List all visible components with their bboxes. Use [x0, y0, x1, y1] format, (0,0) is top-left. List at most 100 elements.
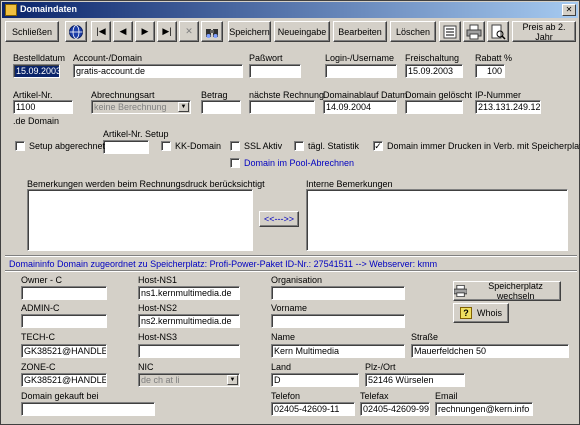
- freischaltung-label: Freischaltung: [405, 53, 460, 63]
- strasse-label: Straße: [411, 332, 439, 342]
- save-button[interactable]: Speichern: [228, 21, 271, 42]
- bemerkungen-druck-label: Bemerkungen werden beim Rechnungsdruck b…: [27, 179, 265, 189]
- ssl-aktiv-label: SSL Aktiv: [244, 141, 283, 151]
- freischaltung-field[interactable]: 15.09.2003: [405, 64, 463, 78]
- admin-c-label: ADMIN-C: [21, 303, 60, 313]
- telefon-label: Telefon: [271, 391, 301, 401]
- bemerkungen-druck-textarea[interactable]: [27, 189, 253, 251]
- divider: [5, 255, 577, 257]
- window-title: Domaindaten: [20, 4, 78, 14]
- divider: [5, 270, 577, 272]
- land-label: Land: [271, 362, 292, 372]
- telefax-field[interactable]: 02405-42609-99: [360, 402, 430, 416]
- first-record-button[interactable]: |◀: [91, 21, 111, 42]
- tech-c-field[interactable]: GK38521@HANDLES.: [21, 344, 107, 358]
- organisation-label: Organisation: [271, 275, 323, 285]
- vorname-field[interactable]: [271, 314, 405, 328]
- kk-domain-checkbox[interactable]: [161, 141, 171, 151]
- edit-button[interactable]: Bearbeiten: [333, 21, 387, 42]
- betrag-field[interactable]: [201, 100, 241, 114]
- globe-button[interactable]: [65, 21, 87, 42]
- whois-button[interactable]: ? Whois: [453, 303, 509, 323]
- login-field[interactable]: [325, 64, 397, 78]
- close-window-button[interactable]: ✕: [562, 4, 576, 16]
- binoculars-icon: [206, 28, 218, 38]
- kk-domain-label: KK-Domain: [175, 141, 222, 151]
- print-preview-button[interactable]: [487, 21, 509, 42]
- owner-c-label: Owner - C: [21, 275, 63, 285]
- account-domain-field[interactable]: gratis-account.de: [73, 64, 243, 78]
- organisation-field[interactable]: [271, 286, 405, 300]
- last-icon: ▶|: [162, 26, 172, 36]
- login-label: Login-/Username: [325, 53, 395, 63]
- host-ns1-label: Host-NS1: [138, 275, 178, 285]
- naechste-rechnung-field[interactable]: [249, 100, 315, 114]
- new-entry-button[interactable]: Neueingabe: [274, 21, 330, 42]
- nic-select[interactable]: de ch at li ▼: [138, 373, 240, 387]
- abrechnungsart-value: keine Berechnung: [94, 102, 167, 112]
- title-bar: Domaindaten ✕: [2, 2, 578, 18]
- rabatt-label: Rabatt %: [475, 53, 513, 63]
- domain-geloescht-field[interactable]: [405, 100, 463, 114]
- first-icon: |◀: [96, 26, 106, 36]
- interne-bemerkungen-textarea[interactable]: [306, 189, 568, 251]
- list-button[interactable]: [439, 21, 461, 42]
- email-field[interactable]: rechnungen@kern.info: [435, 402, 533, 416]
- passwort-field[interactable]: [249, 64, 301, 78]
- host-ns2-field[interactable]: ns2.kernmultimedia.de: [138, 314, 240, 328]
- host-ns2-label: Host-NS2: [138, 303, 178, 313]
- plz-ort-field[interactable]: 52146 Würselen: [365, 373, 465, 387]
- passwort-label: Paßwort: [249, 53, 283, 63]
- ip-nummer-field[interactable]: 213.131.249.128: [475, 100, 541, 114]
- tech-c-label: TECH-C: [21, 332, 55, 342]
- next-record-button[interactable]: ▶: [135, 21, 155, 42]
- name-field[interactable]: Kern Multimedia: [271, 344, 405, 358]
- last-record-button[interactable]: ▶|: [157, 21, 177, 42]
- taegl-statistik-checkbox[interactable]: [294, 141, 304, 151]
- globe-icon: [69, 24, 83, 39]
- artikel-nr-field[interactable]: 1100: [13, 100, 73, 114]
- rabatt-field[interactable]: 100: [475, 64, 505, 78]
- bestelldatum-field[interactable]: 15.09.2003: [13, 64, 60, 78]
- x-icon: ✕: [185, 26, 193, 36]
- prev-record-button[interactable]: ◀: [113, 21, 133, 42]
- host-ns3-field[interactable]: [138, 344, 240, 358]
- land-field[interactable]: D: [271, 373, 359, 387]
- search-record-button[interactable]: [201, 21, 223, 42]
- zone-c-field[interactable]: GK38521@HANDLES.: [21, 373, 107, 387]
- pool-abrechnen-checkbox[interactable]: [230, 158, 240, 168]
- nic-value: de ch at li: [141, 375, 180, 385]
- betrag-label: Betrag: [201, 90, 228, 100]
- domain-gekauft-label: Domain gekauft bei: [21, 391, 99, 401]
- ip-nummer-label: IP-Nummer: [475, 90, 522, 100]
- price-second-year-button[interactable]: Preis ab 2. Jahr: [512, 21, 576, 42]
- zone-c-label: ZONE-C: [21, 362, 56, 372]
- speicherplatz-wechseln-button[interactable]: Speicherplatz wechseln: [453, 281, 561, 301]
- delete-record-button[interactable]: ✕: [179, 21, 199, 42]
- admin-c-field[interactable]: [21, 314, 107, 328]
- domain-drucken-checkbox[interactable]: ✓: [373, 141, 383, 151]
- telefon-field[interactable]: 02405-42609-11: [271, 402, 355, 416]
- printer-icon: [466, 24, 482, 39]
- domain-gekauft-field[interactable]: [21, 402, 155, 416]
- help-icon: ?: [459, 307, 472, 319]
- abrechnungsart-label: Abrechnungsart: [91, 90, 155, 100]
- close-button[interactable]: Schließen: [5, 21, 59, 42]
- ssl-aktiv-checkbox[interactable]: [230, 141, 240, 151]
- delete-button[interactable]: Löschen: [390, 21, 436, 42]
- host-ns1-field[interactable]: ns1.kernmultimedia.de: [138, 286, 240, 300]
- domain-drucken-label: Domain immer Drucken in Verb. mit Speich…: [387, 141, 580, 151]
- setup-abgerechnet-checkbox[interactable]: [15, 141, 25, 151]
- abrechnungsart-select[interactable]: keine Berechnung ▼: [91, 100, 191, 114]
- print-button[interactable]: [463, 21, 485, 42]
- taegl-statistik-label: tägl. Statistik: [308, 141, 360, 151]
- domain-geloescht-label: Domain gelöscht: [405, 90, 473, 100]
- app-icon: [5, 4, 17, 16]
- owner-c-field[interactable]: [21, 286, 107, 300]
- domainablauf-field[interactable]: 14.09.2004: [323, 100, 397, 114]
- artikel-setup-field[interactable]: [103, 140, 149, 154]
- domaininfo-bar: Domaininfo Domain zugeordnet zu Speicher…: [9, 259, 438, 269]
- swap-remarks-button[interactable]: <<--->>: [259, 211, 299, 227]
- artikel-nr-label: Artikel-Nr.: [13, 90, 53, 100]
- strasse-field[interactable]: Mauerfeldchen 50: [411, 344, 569, 358]
